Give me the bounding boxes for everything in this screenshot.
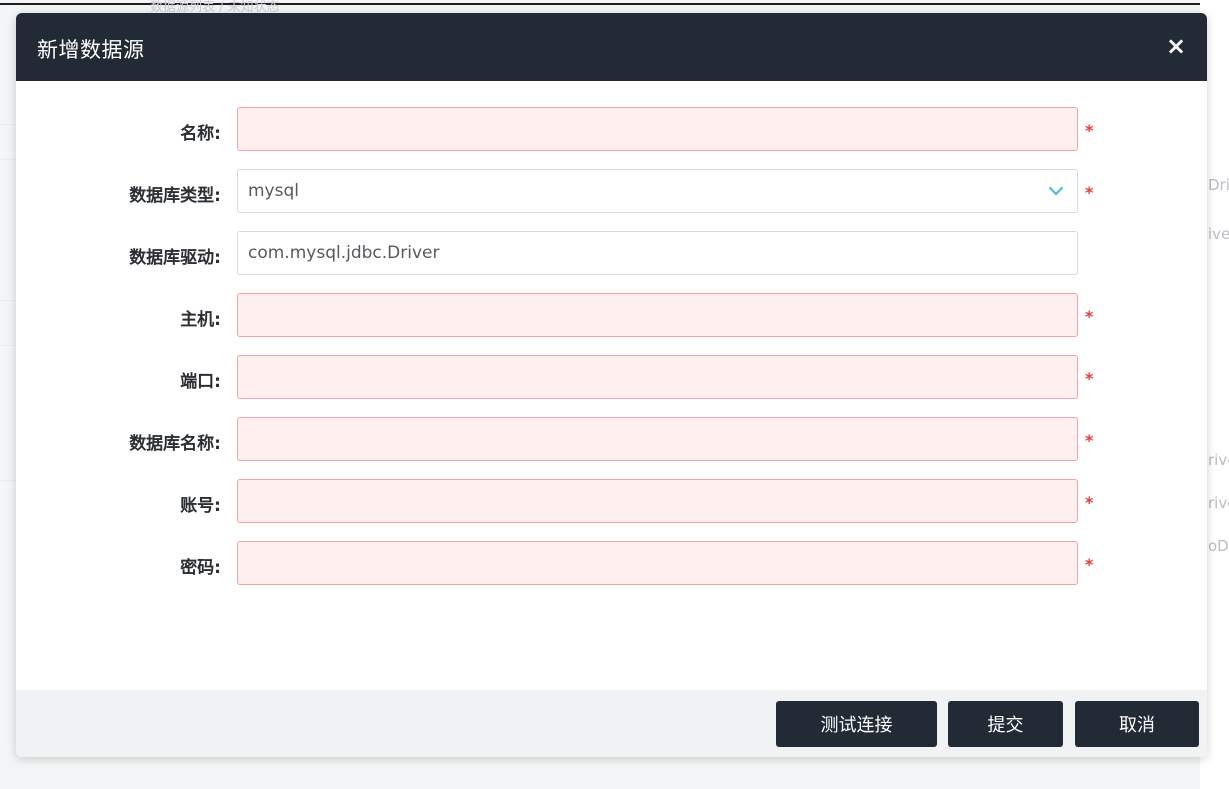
cancel-button[interactable]: 取消	[1075, 701, 1199, 747]
backdrop-cell-text: ive	[1208, 225, 1229, 243]
db-type-value: mysql	[248, 181, 299, 201]
required-marker: *	[1085, 369, 1094, 388]
dialog-footer: 测试连接 提交 取消	[16, 690, 1207, 757]
close-icon[interactable]: ×	[1163, 33, 1189, 59]
required-marker: *	[1085, 431, 1094, 450]
backdrop-cell-text: rive	[1208, 451, 1229, 469]
port-label: 端口:	[180, 372, 221, 392]
form-row-db-name: 数据库名称: *	[16, 417, 1207, 463]
account-input[interactable]	[237, 479, 1078, 523]
form-row-db-driver: 数据库驱动: com.mysql.jdbc.Driver	[16, 231, 1207, 277]
db-driver-value: com.mysql.jdbc.Driver	[248, 243, 440, 263]
password-input[interactable]	[237, 541, 1078, 585]
form-row-password: 密码: *	[16, 541, 1207, 587]
db-driver-input[interactable]: com.mysql.jdbc.Driver	[237, 231, 1078, 275]
host-input[interactable]	[237, 293, 1078, 337]
account-label: 账号:	[180, 496, 221, 516]
db-name-label: 数据库名称:	[129, 434, 221, 454]
form-row-name: 名称: *	[16, 107, 1207, 153]
host-label: 主机:	[180, 310, 221, 330]
dialog-header: 新增数据源 ×	[16, 13, 1207, 81]
form-row-port: 端口: *	[16, 355, 1207, 401]
form-row-account: 账号: *	[16, 479, 1207, 525]
form-row-db-type: 数据库类型: mysql *	[16, 169, 1207, 215]
db-driver-label: 数据库驱动:	[129, 248, 221, 268]
required-marker: *	[1085, 183, 1094, 202]
name-input[interactable]	[237, 107, 1078, 151]
required-marker: *	[1085, 493, 1094, 512]
required-marker: *	[1085, 121, 1094, 140]
required-marker: *	[1085, 555, 1094, 574]
chevron-down-icon[interactable]	[1047, 182, 1065, 200]
dialog-title: 新增数据源	[37, 38, 145, 62]
db-type-select[interactable]: mysql	[237, 169, 1078, 213]
add-datasource-dialog: 新增数据源 × 名称: * 数据库类型: mysql * 数据库驱动: com.…	[16, 13, 1207, 757]
backdrop-cell-text: oD	[1208, 537, 1229, 555]
port-input[interactable]	[237, 355, 1078, 399]
required-marker: *	[1085, 307, 1094, 326]
backdrop-cell-text: Dri	[1208, 176, 1229, 194]
submit-button[interactable]: 提交	[948, 701, 1063, 747]
form-row-host: 主机: *	[16, 293, 1207, 339]
db-type-label: 数据库类型:	[129, 186, 221, 206]
password-label: 密码:	[180, 558, 221, 578]
db-name-input[interactable]	[237, 417, 1078, 461]
test-connection-button[interactable]: 测试连接	[776, 701, 937, 747]
backdrop-cell-text: rive	[1208, 494, 1229, 512]
name-label: 名称:	[180, 124, 221, 144]
